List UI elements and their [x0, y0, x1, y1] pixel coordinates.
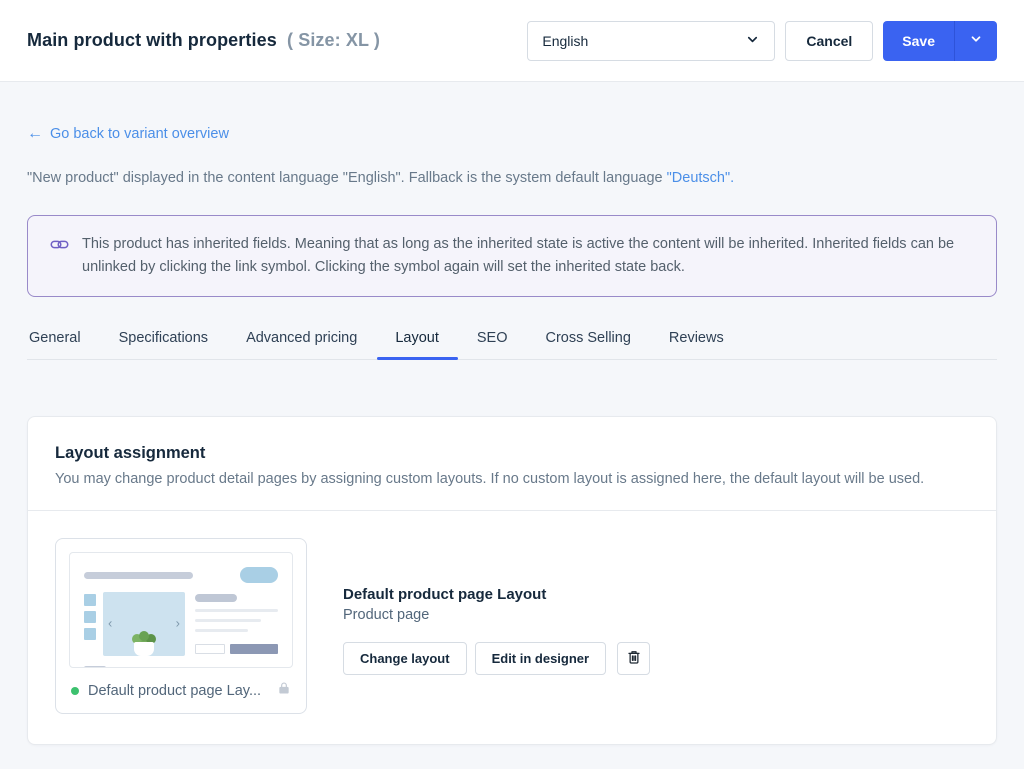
- tab-specifications[interactable]: Specifications: [117, 321, 210, 359]
- layout-preview-thumbnail: ‹ ›: [69, 552, 293, 668]
- chevron-down-icon: [745, 32, 760, 50]
- chevron-left-icon: ‹: [108, 615, 112, 630]
- save-button[interactable]: Save: [883, 21, 954, 61]
- wireframe-description-lines: [84, 666, 278, 668]
- save-options-button[interactable]: [954, 21, 997, 61]
- layout-item-name: Default product page Layout: [343, 586, 650, 603]
- edit-in-designer-button[interactable]: Edit in designer: [475, 642, 607, 675]
- tab-seo[interactable]: SEO: [475, 321, 510, 359]
- wireframe-product-image: ‹ ›: [103, 592, 185, 656]
- inheritance-alert-text: This product has inherited fields. Meani…: [82, 233, 974, 279]
- back-link-label: Go back to variant overview: [50, 126, 229, 142]
- active-status-dot: [71, 687, 79, 695]
- layout-item-info: Default product page Layout Product page…: [343, 586, 650, 675]
- tab-cross-selling[interactable]: Cross Selling: [543, 321, 632, 359]
- inheritance-alert: This product has inherited fields. Meani…: [27, 215, 997, 297]
- remove-layout-button[interactable]: [617, 642, 650, 675]
- fallback-notice-text: "New product" displayed in the content l…: [27, 170, 667, 186]
- plant-illustration: [134, 631, 154, 656]
- cancel-button[interactable]: Cancel: [785, 21, 873, 61]
- language-select-value: English: [542, 33, 588, 49]
- header-actions: English Cancel Save: [527, 21, 997, 61]
- page-title-text: Main product with properties: [27, 30, 277, 50]
- wireframe-cart-pill: [240, 567, 278, 583]
- layout-card-body: ‹ ›: [28, 511, 996, 744]
- language-select[interactable]: English: [527, 21, 775, 61]
- layout-card-header: Layout assignment You may change product…: [28, 417, 996, 511]
- tab-general[interactable]: General: [27, 321, 83, 359]
- tab-advanced-pricing[interactable]: Advanced pricing: [244, 321, 359, 359]
- wireframe-product-info: [195, 592, 278, 656]
- tab-reviews[interactable]: Reviews: [667, 321, 726, 359]
- trash-icon: [626, 649, 642, 668]
- link-chain-icon: [50, 235, 69, 259]
- wireframe-buy-button: [230, 644, 278, 654]
- page-title-suffix: ( Size: XL ): [282, 30, 380, 50]
- tab-layout[interactable]: Layout: [393, 321, 441, 359]
- chevron-right-icon: ›: [176, 615, 180, 630]
- wireframe-quantity-box: [195, 644, 225, 654]
- layout-preview-card[interactable]: ‹ ›: [55, 538, 307, 714]
- page-title: Main product with properties ( Size: XL …: [27, 30, 380, 51]
- chevron-down-icon: [969, 32, 983, 49]
- save-split-button: Save: [883, 21, 997, 61]
- header-bar: Main product with properties ( Size: XL …: [0, 0, 1024, 82]
- arrow-left-icon: ←: [27, 126, 43, 142]
- layout-assignment-card: Layout assignment You may change product…: [27, 416, 997, 745]
- wireframe-header-bar: [84, 572, 193, 579]
- main-content: ← Go back to variant overview "New produ…: [0, 82, 1024, 745]
- product-detail-tabs: General Specifications Advanced pricing …: [27, 321, 997, 360]
- layout-card-title: Layout assignment: [55, 444, 969, 463]
- layout-item-actions: Change layout Edit in designer: [343, 642, 650, 675]
- layout-preview-footer: Default product page Lay...: [69, 681, 293, 700]
- change-layout-button[interactable]: Change layout: [343, 642, 467, 675]
- back-to-variants-link[interactable]: ← Go back to variant overview: [27, 126, 229, 142]
- wireframe-gallery-thumbs: [84, 594, 96, 656]
- lock-icon: [277, 681, 291, 700]
- language-fallback-notice: "New product" displayed in the content l…: [27, 170, 997, 186]
- layout-card-description: You may change product detail pages by a…: [55, 471, 969, 487]
- layout-item-type: Product page: [343, 607, 650, 623]
- fallback-language-link[interactable]: "Deutsch".: [667, 170, 735, 186]
- layout-preview-name: Default product page Lay...: [88, 683, 268, 699]
